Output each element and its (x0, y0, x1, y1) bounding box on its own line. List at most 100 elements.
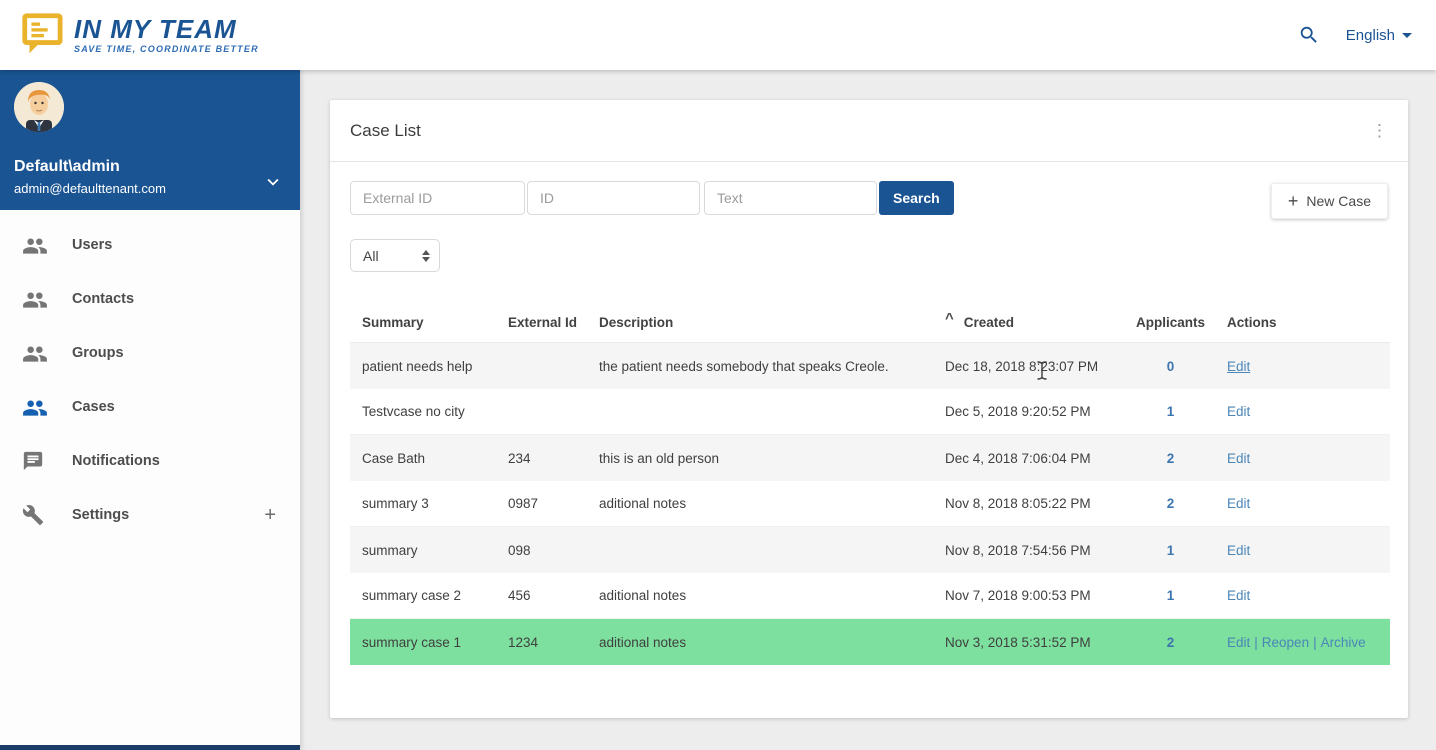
cell-description: aditional notes (599, 496, 687, 511)
table-row: summary case 2 456 aditional notes Nov 7… (350, 573, 1390, 619)
language-selector[interactable]: English (1346, 27, 1412, 44)
cell-external-id: 0987 (508, 496, 539, 511)
cell-created: Nov 8, 2018 7:54:56 PM (945, 542, 1091, 558)
table-row-highlighted: summary case 1 1234 aditional notes Nov … (350, 619, 1390, 665)
sidebar-item-label: Notifications (72, 453, 160, 469)
avatar (14, 82, 64, 132)
cell-description: aditional notes (599, 634, 687, 650)
top-bar: IN MY TEAM SAVE TIME, COORDINATE BETTER … (0, 0, 1436, 70)
cell-summary: patient needs help (362, 358, 473, 374)
sidebar-item-cases[interactable]: Cases (0, 380, 300, 434)
app-root: IN MY TEAM SAVE TIME, COORDINATE BETTER … (0, 0, 1436, 750)
text-input[interactable] (704, 181, 877, 215)
cell-external-id: 456 (508, 588, 531, 603)
sidebar-item-notifications[interactable]: Notifications (0, 434, 300, 488)
settings-expand-plus-icon[interactable]: + (264, 504, 276, 527)
kebab-menu-icon[interactable]: ⋮ (1371, 122, 1388, 139)
cell-created: Dec 18, 2018 8:23:07 PM (945, 358, 1099, 374)
new-case-button[interactable]: + New Case (1270, 183, 1388, 219)
edit-link[interactable]: Edit (1227, 451, 1250, 466)
table-row: summary 098 Nov 8, 2018 7:54:56 PM 1 Edi… (350, 527, 1390, 573)
filter-bar: Search (350, 181, 954, 215)
cell-description: aditional notes (599, 588, 687, 603)
cell-external-id: 234 (508, 450, 531, 466)
sidebar-item-label: Cases (72, 399, 115, 415)
applicants-count-link[interactable]: 1 (1129, 404, 1212, 419)
chat-icon (22, 449, 48, 473)
case-list-card: Case List ⋮ Search + New Case All Summar… (330, 100, 1408, 718)
cell-summary: Case Bath (362, 450, 426, 466)
caret-down-icon (1402, 32, 1412, 38)
case-table: Summary External Id Description ^ Create… (350, 303, 1390, 665)
profile-email: admin@defaulttenant.com (14, 181, 166, 196)
sidebar-item-users[interactable]: Users (0, 218, 300, 272)
edit-link[interactable]: Edit (1227, 543, 1250, 558)
edit-link[interactable]: Edit (1227, 359, 1250, 374)
logo-tagline: SAVE TIME, COORDINATE BETTER (74, 44, 259, 54)
people-icon (22, 341, 48, 365)
cell-summary: summary 3 (362, 496, 429, 511)
sidebar-menu: Users Contacts Groups Cases Notification… (0, 210, 300, 542)
table-row: Testvcase no city Dec 5, 2018 9:20:52 PM… (350, 389, 1390, 435)
id-input[interactable] (527, 181, 700, 215)
column-header-actions: Actions (1227, 315, 1277, 330)
cell-summary: summary case 2 (362, 588, 462, 603)
sidebar-item-groups[interactable]: Groups (0, 326, 300, 380)
applicants-count-link[interactable]: 2 (1129, 496, 1212, 511)
search-icon[interactable] (1298, 24, 1320, 46)
app-logo[interactable]: IN MY TEAM SAVE TIME, COORDINATE BETTER (0, 11, 259, 60)
card-header: Case List ⋮ (330, 100, 1408, 162)
action-separator: | (1254, 634, 1258, 650)
table-header-row: Summary External Id Description ^ Create… (350, 303, 1390, 343)
cell-external-id: 098 (508, 542, 531, 558)
edit-link[interactable]: Edit (1227, 496, 1250, 511)
sort-asc-icon: ^ (945, 310, 954, 327)
select-arrows-icon (422, 249, 430, 262)
column-header-summary[interactable]: Summary (350, 315, 508, 330)
column-header-applicants[interactable]: Applicants (1129, 315, 1212, 330)
applicants-count-link[interactable]: 1 (1129, 588, 1212, 603)
edit-link[interactable]: Edit (1227, 588, 1250, 603)
wrench-icon (22, 503, 48, 527)
cell-description: this is an old person (599, 450, 720, 466)
applicants-count-link[interactable]: 2 (1129, 635, 1212, 650)
cell-description: the patient needs somebody that speaks C… (599, 358, 889, 374)
status-filter-value: All (363, 247, 379, 264)
plus-icon: + (1287, 190, 1299, 211)
column-header-external-id[interactable]: External Id (508, 315, 599, 330)
chevron-down-icon[interactable] (262, 171, 284, 198)
sidebar-item-label: Groups (72, 345, 124, 361)
status-filter-select[interactable]: All (350, 239, 440, 272)
applicants-count-link[interactable]: 1 (1129, 543, 1212, 558)
cell-created: Dec 5, 2018 9:20:52 PM (945, 404, 1091, 419)
sidebar-item-contacts[interactable]: Contacts (0, 272, 300, 326)
cell-summary: Testvcase no city (362, 404, 465, 419)
sidebar-item-settings[interactable]: Settings + (0, 488, 300, 542)
people-icon (22, 395, 48, 419)
sidebar-item-label: Contacts (72, 291, 135, 307)
reopen-link[interactable]: Reopen (1262, 635, 1309, 650)
action-separator: | (1313, 634, 1317, 650)
column-header-created[interactable]: ^ Created (939, 310, 1129, 330)
external-id-input[interactable] (350, 181, 525, 215)
search-button[interactable]: Search (879, 181, 954, 215)
page-title: Case List (350, 120, 421, 140)
new-case-label: New Case (1306, 193, 1371, 209)
profile-block[interactable]: Default\admin admin@defaulttenant.com (0, 70, 300, 210)
cell-external-id: 1234 (508, 634, 539, 650)
edit-link[interactable]: Edit (1227, 635, 1250, 650)
sidebar-bottom-bar (0, 745, 300, 750)
cell-created: Dec 4, 2018 7:06:04 PM (945, 450, 1091, 466)
archive-link[interactable]: Archive (1321, 635, 1366, 650)
table-row: patient needs help the patient needs som… (350, 343, 1390, 389)
column-header-description[interactable]: Description (599, 315, 939, 330)
applicants-count-link[interactable]: 0 (1129, 359, 1212, 374)
cell-created: Nov 7, 2018 9:00:53 PM (945, 588, 1091, 603)
sidebar-item-label: Settings (72, 507, 130, 523)
table-row: Case Bath 234 this is an old person Dec … (350, 435, 1390, 481)
edit-link[interactable]: Edit (1227, 404, 1250, 419)
profile-name: Default\admin (14, 158, 120, 175)
speech-bubble-logo-icon (18, 11, 64, 60)
language-label: English (1345, 26, 1395, 44)
applicants-count-link[interactable]: 2 (1129, 451, 1212, 466)
